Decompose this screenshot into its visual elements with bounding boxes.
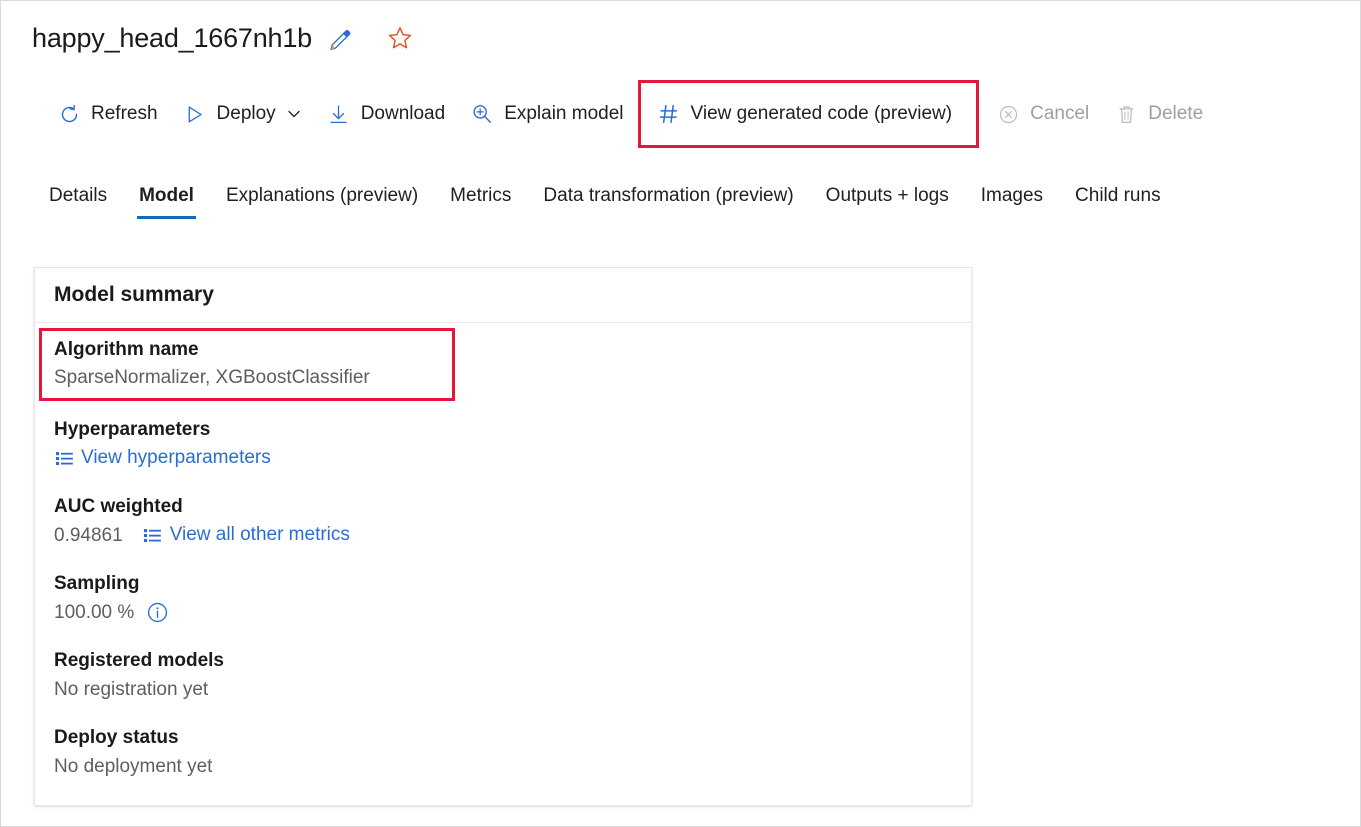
tab-details[interactable]: Details: [33, 173, 123, 219]
algorithm-name-value: SparseNormalizer, XGBoostClassifier: [54, 363, 442, 392]
play-icon: [184, 103, 206, 125]
tab-model[interactable]: Model: [123, 173, 210, 219]
deploy-label: Deploy: [217, 103, 276, 125]
model-summary-body: Algorithm name SparseNormalizer, XGBoost…: [35, 323, 971, 805]
view-generated-code-button[interactable]: View generated code (preview): [641, 83, 977, 145]
tab-images[interactable]: Images: [965, 173, 1059, 219]
run-details-page: happy_head_1667nh1b Refresh: [0, 0, 1361, 827]
star-icon[interactable]: [386, 24, 414, 52]
auc-weighted-value: 0.94861: [54, 521, 123, 550]
view-generated-code-label: View generated code (preview): [691, 103, 953, 125]
refresh-icon: [58, 103, 80, 125]
algorithm-name-label: Algorithm name: [54, 336, 442, 363]
registered-models-field: Registered models No registration yet: [54, 647, 952, 704]
page-title: happy_head_1667nh1b: [32, 22, 312, 54]
hash-icon: [658, 103, 680, 125]
command-bar: Refresh Deploy: [45, 89, 1216, 139]
registered-models-label: Registered models: [54, 647, 952, 675]
page-title-row: happy_head_1667nh1b: [32, 18, 414, 58]
cancel-label: Cancel: [1030, 103, 1089, 125]
deploy-status-label: Deploy status: [54, 724, 952, 752]
tab-explanations[interactable]: Explanations (preview): [210, 173, 434, 219]
delete-label: Delete: [1148, 103, 1203, 125]
explain-model-label: Explain model: [504, 103, 623, 125]
sampling-value-row: 100.00 %: [54, 598, 952, 627]
explain-model-button[interactable]: Explain model: [458, 92, 636, 136]
deploy-button[interactable]: Deploy: [171, 92, 315, 136]
auc-weighted-value-row: 0.94861 View all ot: [54, 521, 952, 550]
magnifier-plus-icon: [471, 103, 493, 125]
bulleted-list-icon: [54, 448, 74, 468]
delete-button: Delete: [1102, 92, 1216, 136]
refresh-label: Refresh: [91, 103, 158, 125]
trash-icon: [1115, 103, 1137, 125]
tab-outputs-logs[interactable]: Outputs + logs: [810, 173, 965, 219]
download-button[interactable]: Download: [315, 92, 459, 136]
view-all-other-metrics-link[interactable]: View all other metrics: [143, 521, 350, 549]
model-summary-card: Model summary Algorithm name SparseNorma…: [34, 267, 972, 806]
tab-data-transformation[interactable]: Data transformation (preview): [527, 173, 809, 219]
download-label: Download: [361, 103, 446, 125]
chevron-down-icon[interactable]: [286, 106, 302, 122]
deploy-status-field: Deploy status No deployment yet: [54, 724, 952, 781]
pencil-icon[interactable]: [326, 24, 354, 52]
view-hyperparameters-label: View hyperparameters: [81, 444, 271, 472]
auc-weighted-field: AUC weighted 0.94861: [54, 493, 952, 550]
sampling-label: Sampling: [54, 570, 952, 598]
circle-x-icon: [997, 103, 1019, 125]
info-icon[interactable]: [146, 601, 169, 624]
sampling-field: Sampling 100.00 %: [54, 570, 952, 627]
refresh-button[interactable]: Refresh: [45, 92, 171, 136]
view-all-other-metrics-label: View all other metrics: [170, 521, 350, 549]
auc-weighted-label: AUC weighted: [54, 493, 952, 521]
download-icon: [328, 103, 350, 125]
hyperparameters-field: Hyperparameters View hyperparameters: [54, 416, 952, 473]
registered-models-value: No registration yet: [54, 675, 952, 704]
model-summary-title: Model summary: [54, 283, 214, 307]
sampling-value: 100.00 %: [54, 598, 134, 627]
algorithm-name-field: Algorithm name SparseNormalizer, XGBoost…: [42, 331, 452, 398]
cancel-button: Cancel: [984, 92, 1102, 136]
hyperparameters-label: Hyperparameters: [54, 416, 952, 444]
model-summary-header: Model summary: [35, 268, 971, 323]
bulleted-list-icon: [143, 525, 163, 545]
deploy-status-value: No deployment yet: [54, 752, 952, 781]
tab-child-runs[interactable]: Child runs: [1059, 173, 1177, 219]
tab-metrics[interactable]: Metrics: [434, 173, 527, 219]
tab-bar: Details Model Explanations (preview) Met…: [33, 173, 1177, 219]
view-hyperparameters-link[interactable]: View hyperparameters: [54, 444, 271, 472]
